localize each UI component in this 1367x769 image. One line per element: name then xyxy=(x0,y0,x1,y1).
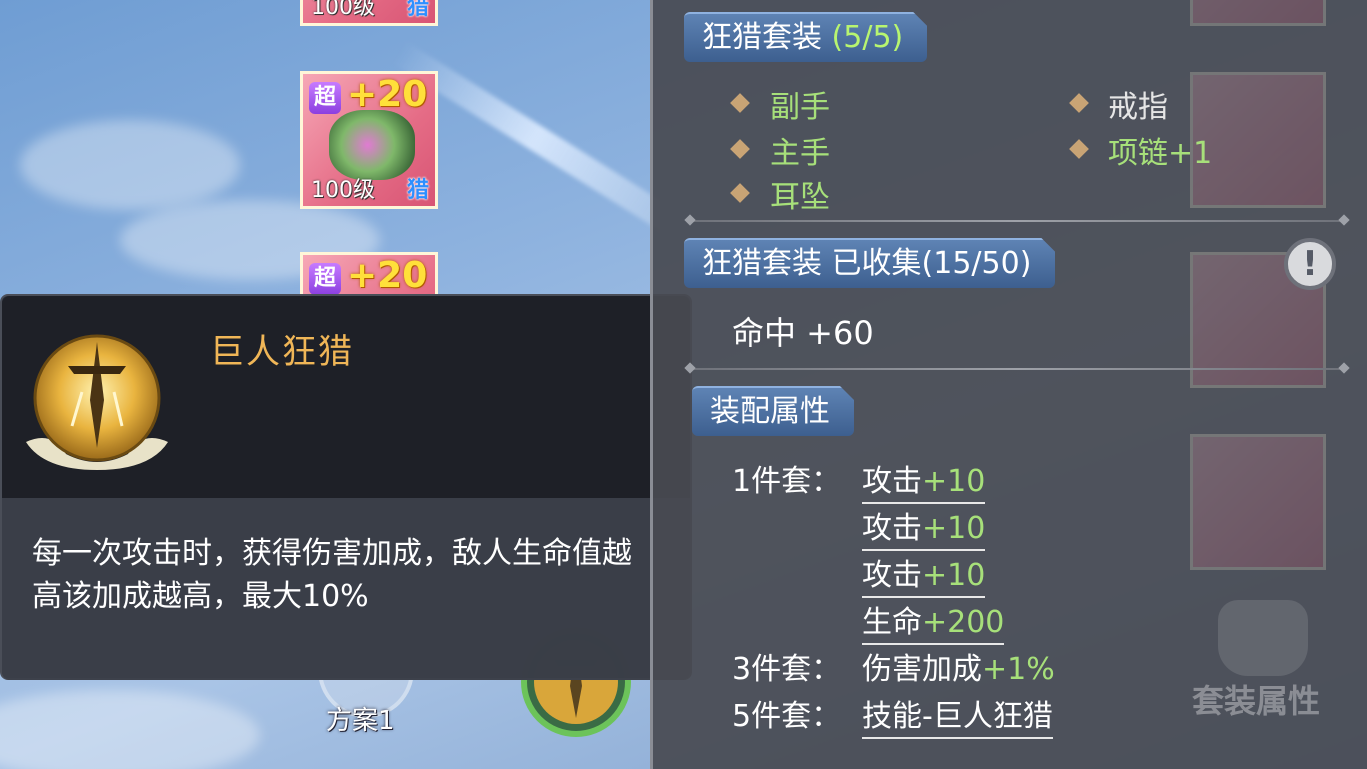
attr-name: 攻击 xyxy=(862,464,922,499)
attr-name: 伤害加成 xyxy=(862,652,982,687)
attr-value: 攻击+10 xyxy=(862,503,986,551)
attr-value[interactable]: 技能-巨人狂猎 xyxy=(862,691,1053,739)
set-title: 狂猎套装 xyxy=(702,20,822,55)
set-title-tab: 狂猎套装 (5/5) xyxy=(684,12,927,62)
attr-value: 攻击+10 xyxy=(862,550,986,598)
set-count: (5/5) xyxy=(831,20,904,55)
equipment-card[interactable] xyxy=(1190,434,1326,570)
cloud xyxy=(0,690,260,769)
attr-value: 伤害加成+1% xyxy=(862,644,1055,690)
skill-description: 每一次攻击时，获得伤害加成，敌人生命值越高该加成越高，最大10% xyxy=(32,536,632,614)
set-piece: 戒指 xyxy=(1108,90,1168,125)
attr-tier-label: 3件套： xyxy=(732,652,842,687)
attr-amount: +10 xyxy=(922,464,986,499)
card-level: 100级 xyxy=(311,0,375,20)
skill-tooltip: 巨人狂猎 每一次攻击时，获得伤害加成，敌人生命值越高该加成越高，最大10% xyxy=(0,294,692,680)
set-attributes-button[interactable]: 套装属性 xyxy=(1192,676,1320,722)
attr-amount: +10 xyxy=(922,558,986,593)
divider xyxy=(690,220,1344,222)
attr-value: 生命+200 xyxy=(862,597,1005,645)
attr-name: 生命 xyxy=(862,605,922,640)
super-badge: 超 xyxy=(309,82,341,114)
divider xyxy=(690,368,1344,370)
equipment-art-icon xyxy=(329,110,415,180)
attr-tier-label: 1件套： xyxy=(732,464,842,499)
set-piece: 副手 xyxy=(770,90,830,125)
set-piece: 耳坠 xyxy=(770,180,830,215)
card-class: 猎 xyxy=(406,178,429,203)
collected-title: 狂猎套装 已收集(15/50) xyxy=(702,246,1032,281)
enhance-level: +20 xyxy=(347,74,428,115)
equip-attr-title: 装配属性 xyxy=(710,394,830,429)
attr-name: 攻击 xyxy=(862,511,922,546)
collected-tab: 狂猎套装 已收集(15/50) xyxy=(684,238,1055,288)
set-piece: 主手 xyxy=(770,136,830,171)
attr-amount: +1% xyxy=(982,652,1055,687)
collected-bonus: 命中 +60 xyxy=(732,314,874,352)
set-piece: 项链+1 xyxy=(1108,136,1213,171)
equipment-card[interactable]: 超 +20 100级 猎 xyxy=(300,71,438,209)
attr-amount: +200 xyxy=(922,605,1005,640)
attr-name: 攻击 xyxy=(862,558,922,593)
attr-tier-label: 5件套： xyxy=(732,699,842,734)
equipment-card[interactable] xyxy=(1190,0,1326,26)
equip-attr-tab: 装配属性 xyxy=(692,386,854,436)
card-level: 100级 xyxy=(311,178,375,203)
attr-amount: +10 xyxy=(922,511,986,546)
attr-value: 攻击+10 xyxy=(862,456,986,504)
super-badge: 超 xyxy=(309,263,341,295)
plan-label: 方案1 xyxy=(326,706,395,736)
armor-icon xyxy=(1218,600,1308,676)
equipment-card[interactable]: 100级 猎 xyxy=(300,0,438,26)
info-icon[interactable]: ! xyxy=(1284,238,1336,290)
giant-hunt-sword-icon xyxy=(26,334,168,470)
enhance-level: +20 xyxy=(347,255,428,296)
skill-name: 巨人狂猎 xyxy=(210,332,354,372)
attr-name: 技能-巨人狂猎 xyxy=(862,699,1053,734)
card-class: 猎 xyxy=(406,0,429,20)
cloud xyxy=(20,120,240,210)
